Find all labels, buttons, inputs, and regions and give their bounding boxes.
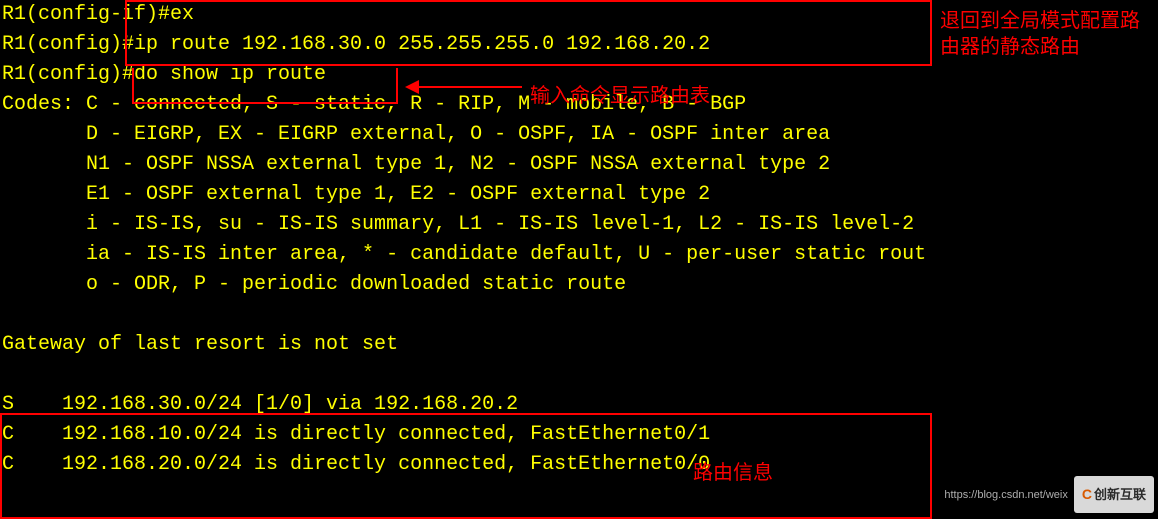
arrow-head-icon	[405, 80, 419, 94]
annotation-route-info: 路由信息	[693, 460, 773, 486]
annotation-return-global: 退回到全局模式配置路由器的静态路由	[940, 8, 1155, 60]
watermark-logo: C创新互联	[1074, 476, 1154, 513]
watermark: https://blog.csdn.net/weix C创新互联	[944, 476, 1154, 513]
terminal-output: R1(config-if)#ex R1(config)#ip route 192…	[0, 0, 932, 517]
arrow-line	[412, 86, 522, 88]
watermark-url: https://blog.csdn.net/weix	[944, 480, 1068, 510]
annotation-show-route: 输入命令显示路由表	[530, 83, 710, 109]
